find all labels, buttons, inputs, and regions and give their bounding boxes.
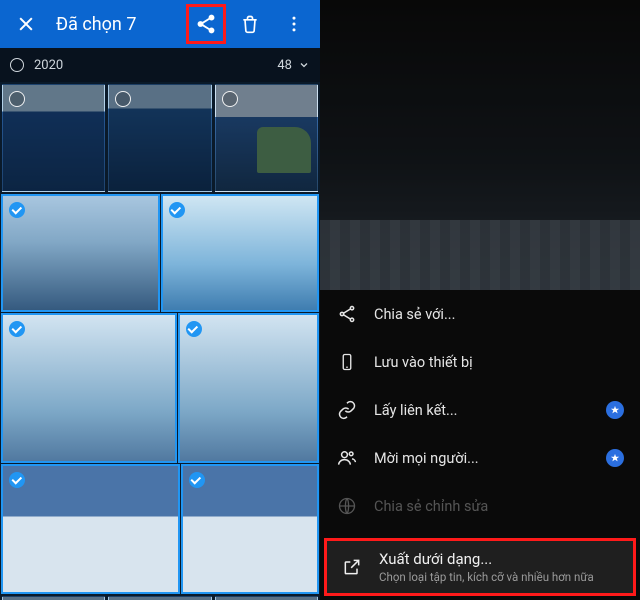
share-panel: Chia sẻ với... Lưu vào thiết bị Lấy liên… — [320, 0, 640, 600]
close-icon[interactable] — [6, 4, 46, 44]
year-group-header[interactable]: 2020 48 — [0, 48, 320, 82]
menu-label: Lưu vào thiết bị — [374, 354, 624, 371]
menu-share-with[interactable]: Chia sẻ với... — [320, 290, 640, 338]
chevron-down-icon — [298, 59, 310, 71]
photo-tile[interactable] — [108, 596, 211, 600]
photo-tile[interactable] — [2, 195, 159, 311]
menu-invite[interactable]: Mời mọi người... — [320, 434, 640, 482]
photo-tile[interactable] — [2, 596, 105, 600]
menu-label: Chia sẻ chỉnh sửa — [374, 498, 624, 515]
share-icon — [336, 304, 358, 324]
menu-label: Mời mọi người... — [374, 450, 590, 467]
overflow-icon[interactable] — [274, 4, 314, 44]
export-title: Xuất dưới dạng... — [379, 550, 594, 568]
export-icon — [341, 557, 363, 577]
menu-get-link[interactable]: Lấy liên kết... — [320, 386, 640, 434]
menu-label: Lấy liên kết... — [374, 402, 590, 419]
photo-tile[interactable] — [162, 195, 319, 311]
photo-grid — [0, 82, 320, 600]
photo-tile[interactable] — [108, 84, 211, 192]
photo-tile[interactable] — [179, 314, 318, 462]
delete-icon[interactable] — [230, 4, 270, 44]
menu-export-as[interactable]: Xuất dưới dạng... Chọn loại tập tin, kíc… — [324, 538, 636, 596]
people-icon — [336, 448, 358, 468]
link-icon — [336, 400, 358, 420]
photo-tile[interactable] — [215, 84, 318, 192]
photo-tile[interactable] — [182, 465, 318, 593]
export-subtitle: Chọn loại tập tin, kích cỡ và nhiều hơn … — [379, 570, 594, 584]
globe-icon — [336, 496, 358, 516]
photo-tile[interactable] — [2, 465, 179, 593]
select-year-circle[interactable] — [10, 58, 24, 72]
menu-share-edit: Chia sẻ chỉnh sửa — [320, 482, 640, 530]
menu-label: Chia sẻ với... — [374, 306, 624, 323]
selection-header: Đã chọn 7 — [0, 0, 320, 48]
year-label: 2020 — [34, 58, 63, 73]
menu-save-device[interactable]: Lưu vào thiết bị — [320, 338, 640, 386]
photo-tile[interactable] — [2, 314, 176, 462]
photo-tile[interactable] — [215, 596, 318, 600]
selection-title: Đã chọn 7 — [50, 14, 182, 35]
year-count: 48 — [277, 58, 292, 73]
star-badge — [606, 449, 624, 467]
star-badge — [606, 401, 624, 419]
photo-preview — [320, 0, 640, 290]
photo-tile[interactable] — [2, 84, 105, 192]
phone-icon — [336, 352, 358, 372]
share-button[interactable] — [186, 4, 226, 44]
gallery-panel: Đã chọn 7 2020 48 — [0, 0, 320, 600]
